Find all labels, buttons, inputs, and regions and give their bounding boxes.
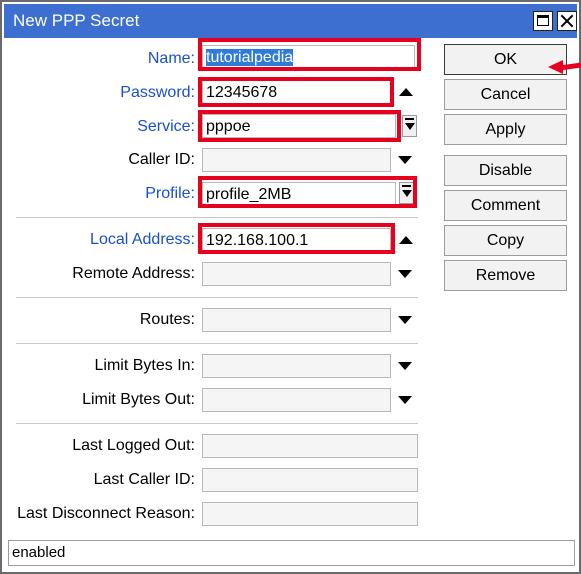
- remove-button[interactable]: Remove: [444, 260, 567, 291]
- limit-bytes-out-label: Limit Bytes Out:: [82, 391, 195, 408]
- routes-field[interactable]: [202, 308, 391, 332]
- name-label: Name:: [147, 50, 195, 67]
- remote-address-label: Remote Address:: [72, 265, 195, 282]
- highlight-box-profile: [198, 176, 417, 208]
- limit-bytes-in-dropdown-icon[interactable]: [398, 362, 412, 370]
- caller-id-dropdown-icon[interactable]: [398, 156, 412, 164]
- status-bar: enabled: [8, 540, 575, 566]
- last-logged-out-label: Last Logged Out:: [72, 437, 195, 454]
- highlight-box-service: [198, 110, 401, 142]
- local-address-label: Local Address:: [90, 231, 195, 248]
- separator: [16, 217, 418, 218]
- last-caller-id-field: [202, 468, 418, 492]
- collapse-up-icon[interactable]: [399, 236, 413, 244]
- separator: [16, 343, 418, 344]
- comment-button[interactable]: Comment: [444, 190, 567, 221]
- apply-button[interactable]: Apply: [444, 114, 567, 145]
- separator: [16, 423, 418, 424]
- routes-label: Routes:: [139, 311, 195, 328]
- caller-id-field[interactable]: [202, 148, 391, 172]
- service-dropdown-icon[interactable]: [402, 115, 417, 137]
- last-caller-id-label: Last Caller ID:: [93, 471, 195, 488]
- service-label: Service:: [137, 118, 195, 135]
- highlight-box-name: [198, 38, 421, 71]
- limit-bytes-out-field[interactable]: [202, 388, 391, 412]
- limit-bytes-in-label: Limit Bytes In:: [94, 357, 195, 374]
- caller-id-label: Caller ID:: [128, 151, 195, 168]
- highlight-box-local-address: [198, 223, 395, 254]
- cancel-button[interactable]: Cancel: [444, 79, 567, 110]
- profile-label: Profile:: [145, 185, 195, 202]
- routes-dropdown-icon[interactable]: [398, 316, 412, 324]
- title-bar[interactable]: New PPP Secret: [4, 4, 577, 38]
- limit-bytes-in-field[interactable]: [202, 354, 391, 378]
- last-logged-out-field: [202, 434, 418, 458]
- window-title: New PPP Secret: [13, 11, 140, 30]
- disable-button[interactable]: Disable: [444, 155, 567, 186]
- status-text: enabled: [12, 544, 66, 561]
- collapse-up-icon[interactable]: [399, 88, 413, 96]
- copy-button[interactable]: Copy: [444, 225, 567, 256]
- last-disconnect-reason-label: Last Disconnect Reason:: [17, 505, 195, 522]
- separator: [16, 297, 418, 298]
- limit-bytes-out-dropdown-icon[interactable]: [398, 396, 412, 404]
- maximize-icon[interactable]: [533, 11, 553, 31]
- highlight-box-password: [198, 77, 394, 107]
- last-disconnect-reason-field: [202, 502, 418, 526]
- remote-address-dropdown-icon[interactable]: [398, 270, 412, 278]
- close-icon[interactable]: [557, 11, 577, 31]
- remote-address-field[interactable]: [202, 262, 391, 286]
- password-label: Password:: [120, 84, 195, 101]
